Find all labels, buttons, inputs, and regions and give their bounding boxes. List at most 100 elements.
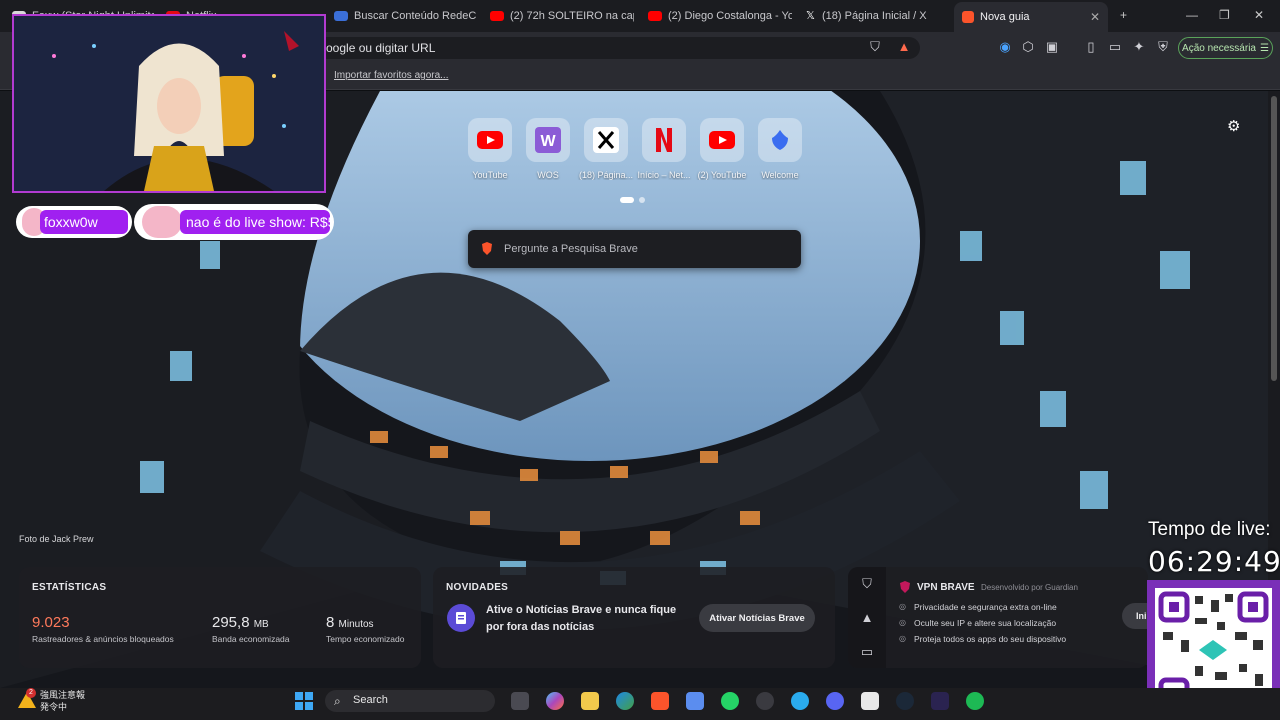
youtube-icon [477,131,503,149]
tab-label: Nova guia [980,11,1030,23]
time-label: Tempo economizado [326,634,405,644]
spotify-icon[interactable] [966,692,984,710]
wos-icon: W [535,127,561,153]
live-time-value: 06:29:49 [1148,545,1280,578]
obs-icon[interactable] [756,692,774,710]
import-bookmarks-link[interactable]: Importar favoritos agora... [334,70,449,81]
tab-label: (2) Diego Costalonga - YouTube [668,10,792,22]
check-icon: ◎ [899,634,906,643]
store-icon[interactable] [686,692,704,710]
whatsapp-icon[interactable] [721,692,739,710]
action-required-label: Ação necessária [1182,42,1256,54]
scrollbar-thumb[interactable] [1271,96,1277,381]
brave-shields-icon[interactable]: ⛉ [868,40,882,54]
enable-news-button[interactable]: Ativar Notícias Brave [699,604,815,632]
x-icon [593,127,619,153]
taskbar-search-label: Search [353,694,388,706]
top-site-netflix[interactable]: Início – Net... [634,118,694,180]
webcam-image [14,16,324,191]
tab-search-icon[interactable]: ▭ [1108,40,1122,54]
top-site-wos[interactable]: W WOS [518,118,578,180]
stats-title: ESTATÍSTICAS [32,582,107,593]
telegram-icon[interactable] [791,692,809,710]
weather-widget[interactable]: 強風注意報 発令中 [40,689,85,713]
vpn-icon[interactable]: ⛨ [1156,40,1170,54]
bandwidth-number: 295,8 [212,614,250,631]
taskbar [0,688,1280,720]
brave-taskbar-icon[interactable] [651,692,669,710]
news-icon [447,604,475,632]
minimize-button[interactable]: — [1186,8,1198,22]
close-window-button[interactable]: ✕ [1254,8,1264,22]
sidebar-icon[interactable]: ▯ [1084,40,1098,54]
tab-favicon [334,11,348,21]
windows-start-icon[interactable] [295,692,313,710]
vpn-shield-icon [900,581,910,593]
tab-favicon [490,11,504,21]
brave-rewards-icon[interactable]: ▲ [897,40,911,54]
weather-line1: 強風注意報 [40,690,86,700]
site-tile [468,118,512,162]
restore-button[interactable]: ❐ [1219,8,1230,22]
youtube-icon [709,131,735,149]
brave-lion-icon [482,242,492,255]
site-tile [758,118,802,162]
site-label: (18) Página... [578,170,634,180]
new-tab-button[interactable]: + [1120,8,1127,22]
close-tab-icon[interactable]: ✕ [1090,10,1100,24]
taskbar-search[interactable] [325,690,495,712]
search-icon: ⌕ [334,694,341,708]
tab-x[interactable]: 𝕏 (18) Página Inicial / X [798,4,948,28]
top-site-youtube[interactable]: YouTube [460,118,520,180]
page-dot[interactable] [639,197,645,203]
extensions-icon[interactable]: ⬡ [1021,40,1035,54]
tab-solteiro[interactable]: (2) 72h SOLTEIRO na capital [482,4,634,28]
vpn-feature: Oculte seu IP e altere sua localização [914,618,1057,628]
action-required-button[interactable]: Ação necessária ☰ [1178,37,1273,59]
site-label: Welcome [761,170,799,180]
netflix-icon [656,128,672,152]
bandwidth-unit: MB [253,619,269,630]
webcam-overlay [12,14,326,193]
tab-label: Buscar Conteúdo RedeCanais [354,10,476,22]
steam-icon[interactable] [896,692,914,710]
vpn-powered-by: Desenvolvido por Guardian [981,583,1078,592]
time-value: 8 Minutos [326,614,374,631]
tab-nova-guia[interactable]: Nova guia ✕ [954,2,1108,32]
settings-gear-icon[interactable]: ⚙ [1227,117,1240,135]
site-label: YouTube [472,170,508,180]
weather-line2: 発令中 [40,702,68,712]
site-label: Início – Net... [637,170,691,180]
copilot-icon[interactable] [546,692,564,710]
site-tile [642,118,686,162]
edge-icon[interactable] [616,692,634,710]
photo-credit: Foto de Jack Prew [19,534,94,544]
top-site-welcome[interactable]: Welcome [750,118,810,180]
game-launcher-icon[interactable] [931,692,949,710]
weather-badge: 2 [26,688,36,698]
shield-icon[interactable]: ⛉ [860,577,874,591]
vpn-title: VPN BRAVE [917,582,975,593]
vpn-sub-label: Desenvolvido por [981,583,1043,592]
check-icon: ◎ [899,602,906,611]
tab-redecanais[interactable]: Buscar Conteúdo RedeCanais [326,4,476,28]
top-site-x[interactable]: (18) Página... [576,118,636,180]
tab-diego[interactable]: (2) Diego Costalonga - YouTube [640,4,792,28]
rewards-icon[interactable]: ▲ [860,611,874,625]
vpn-feature: Proteja todos os apps do seu dispositivo [914,634,1067,644]
notes-icon[interactable] [861,692,879,710]
chat-sticker [142,206,182,238]
wallet-icon[interactable]: ▣ [1045,40,1059,54]
screen: Foxw (Star Night Unlimited) Netflix Busc… [0,0,1280,720]
menu-icon: ☰ [1259,42,1269,54]
card-icon[interactable]: ▭ [860,645,874,659]
top-site-youtube-2[interactable]: (2) YouTube [692,118,752,180]
discord-icon[interactable] [826,692,844,710]
leo-ai-icon[interactable]: ✦ [1132,40,1146,54]
task-view-icon[interactable] [511,692,529,710]
talk-icon[interactable]: ◉ [998,40,1012,54]
file-explorer-icon[interactable] [581,692,599,710]
brave-icon [772,130,788,150]
news-title: NOVIDADES [446,582,509,593]
page-dot-active[interactable] [620,197,634,203]
